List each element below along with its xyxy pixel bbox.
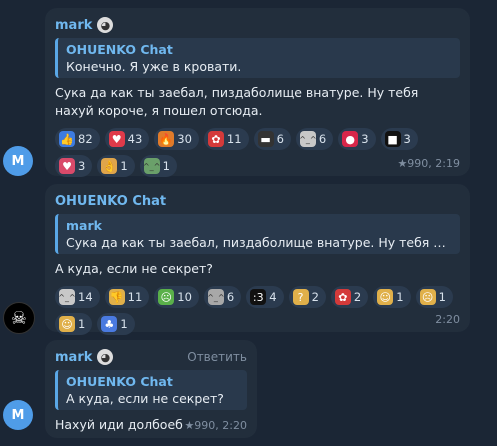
reaction-chip[interactable]: ♥ 3: [55, 155, 93, 177]
hug-icon: ☺: [59, 316, 75, 332]
reaction-chip[interactable]: ✿ 11: [203, 128, 249, 150]
reaction-chip[interactable]: ■ 3: [380, 128, 418, 150]
quote-text: А куда, если не секрет?: [66, 391, 224, 406]
reaction-count: 3: [361, 132, 369, 146]
reaction-count: 6: [276, 132, 284, 146]
reaction-count: 1: [438, 290, 446, 304]
reaction-chip[interactable]: ? 2: [288, 286, 326, 308]
reaction-chip[interactable]: ▬ 6: [253, 128, 291, 150]
reaction-count: 43: [127, 132, 143, 146]
quote-text: Сука да как ты заебал, пиздаболище внату…: [66, 235, 452, 250]
message-2[interactable]: OHUENKO Chat mark Сука да как ты заебал,…: [45, 184, 470, 335]
reaction-chip[interactable]: ☹ 10: [154, 286, 199, 308]
message-meta: ★990, 2:19: [397, 157, 460, 170]
person-icon: ♣: [101, 316, 118, 332]
thinking-icon: ?: [292, 289, 309, 305]
ok-hand-icon: 👌: [101, 158, 118, 174]
heart-outline-icon: ♥: [59, 158, 75, 174]
reaction-chip[interactable]: ^_^ 14: [55, 286, 100, 308]
dark-sticker-icon: ■: [384, 131, 401, 147]
reaction-chip[interactable]: ^_^ 6: [203, 286, 242, 308]
reaction-count: 30: [177, 132, 192, 146]
cat-photo-icon: ^_^: [207, 289, 225, 305]
crying-icon: ☹: [419, 289, 436, 305]
message-text: Сука да как ты заебал, пиздаболище внату…: [55, 85, 419, 118]
reaction-count: 1: [396, 290, 404, 304]
cat-sticker-icon: ^_^: [58, 289, 76, 305]
colon-three-icon: :3: [250, 289, 267, 305]
cat-badge-icon: ◕: [97, 17, 114, 33]
sender-name[interactable]: OHUENKO Chat: [55, 192, 460, 210]
reaction-count: 1: [120, 317, 128, 331]
reaction-chip[interactable]: ^_^ 1: [139, 155, 177, 177]
reaction-count: 1: [120, 159, 128, 173]
quote-sender: OHUENKO Chat: [66, 42, 173, 57]
grimace-icon: ☺: [377, 289, 394, 305]
quote-sender: OHUENKO Chat: [66, 374, 173, 389]
sender-name[interactable]: mark ◕: [55, 16, 460, 34]
reaction-count: 2: [311, 290, 319, 304]
message-1[interactable]: mark ◕ OHUENKO Chat Конечно. Я уже в кро…: [45, 8, 470, 177]
avatar[interactable]: ☠: [3, 302, 35, 334]
reaction-chip[interactable]: :3 4: [246, 286, 284, 308]
reaction-count: 6: [226, 290, 235, 304]
reaction-count: 3: [78, 159, 86, 173]
reaction-count: 1: [162, 159, 170, 173]
reply-quote[interactable]: OHUENKO Chat А куда, если не секрет?: [55, 370, 247, 410]
reply-quote[interactable]: OHUENKO Chat Конечно. Я уже в кровати.: [55, 38, 460, 78]
quote-text: Конечно. Я уже в кровати.: [66, 59, 242, 74]
reaction-chip[interactable]: 👍 82: [55, 128, 100, 150]
reaction-count: 4: [269, 290, 277, 304]
nauseated-icon: ☹: [158, 289, 175, 305]
message-3[interactable]: mark ◕ Ответить OHUENKO Chat А куда, есл…: [45, 340, 257, 438]
reaction-chip[interactable]: 👌 1: [97, 155, 135, 177]
reaction-chip[interactable]: 🔥 30: [154, 128, 199, 150]
reaction-chip[interactable]: ● 3: [338, 128, 376, 150]
reactions: ^_^ 14 👎 11 ☹ 10 ^_^ 6:3 4? 2 ✿ 2 ☺ 1 ☹ 1 ☺ 1 ♣ 1: [55, 286, 460, 335]
broken-heart-icon: ✿: [207, 131, 224, 147]
quote-sender: mark: [66, 218, 102, 233]
reaction-count: 82: [78, 132, 93, 146]
message-meta: 2:20: [435, 313, 460, 326]
avatar[interactable]: M: [3, 146, 33, 176]
sticker-icon: ▬: [257, 131, 274, 147]
reaction-count: 6: [318, 132, 327, 146]
reaction-chip[interactable]: ☺ 1: [373, 286, 411, 308]
reaction-count: 10: [177, 290, 192, 304]
cat-face-icon: ^_^: [143, 158, 160, 174]
avatar[interactable]: M: [3, 400, 33, 430]
sender-name[interactable]: mark ◕ Ответить: [55, 348, 247, 366]
reaction-count: 3: [403, 132, 411, 146]
reaction-count: 14: [78, 290, 93, 304]
thumbs-down-icon: 👎: [108, 289, 125, 305]
reaction-count: 11: [226, 132, 242, 146]
reaction-count: 2: [353, 290, 362, 304]
message-text: А куда, если не секрет?: [55, 261, 213, 276]
cat-badge-icon: ◕: [97, 349, 114, 365]
reaction-chip[interactable]: ☺ 1: [55, 313, 93, 335]
skull-icon: ☠: [10, 307, 28, 329]
reaction-chip[interactable]: ^_^ 6: [295, 128, 334, 150]
message-meta: ★990, 2:20: [184, 419, 247, 432]
broken-heart-icon: ✿: [334, 289, 351, 305]
reaction-chip[interactable]: ♣ 1: [97, 313, 135, 335]
reply-button[interactable]: Ответить: [187, 350, 247, 364]
strawberry-icon: ●: [342, 131, 359, 147]
fire-icon: 🔥: [158, 131, 175, 147]
reaction-count: 1: [78, 317, 86, 331]
thumbs-up-icon: 👍: [59, 131, 75, 147]
heart-icon: ♥: [108, 131, 125, 147]
reaction-chip[interactable]: ✿ 2: [330, 286, 369, 308]
reaction-count: 11: [127, 290, 143, 304]
reaction-chip[interactable]: ☹ 1: [415, 286, 453, 308]
reaction-chip[interactable]: 👎 11: [104, 286, 150, 308]
cat-sticker-icon: ^_^: [299, 131, 317, 147]
reaction-chip[interactable]: ♥ 43: [104, 128, 150, 150]
reply-quote[interactable]: mark Сука да как ты заебал, пиздаболище …: [55, 214, 460, 254]
